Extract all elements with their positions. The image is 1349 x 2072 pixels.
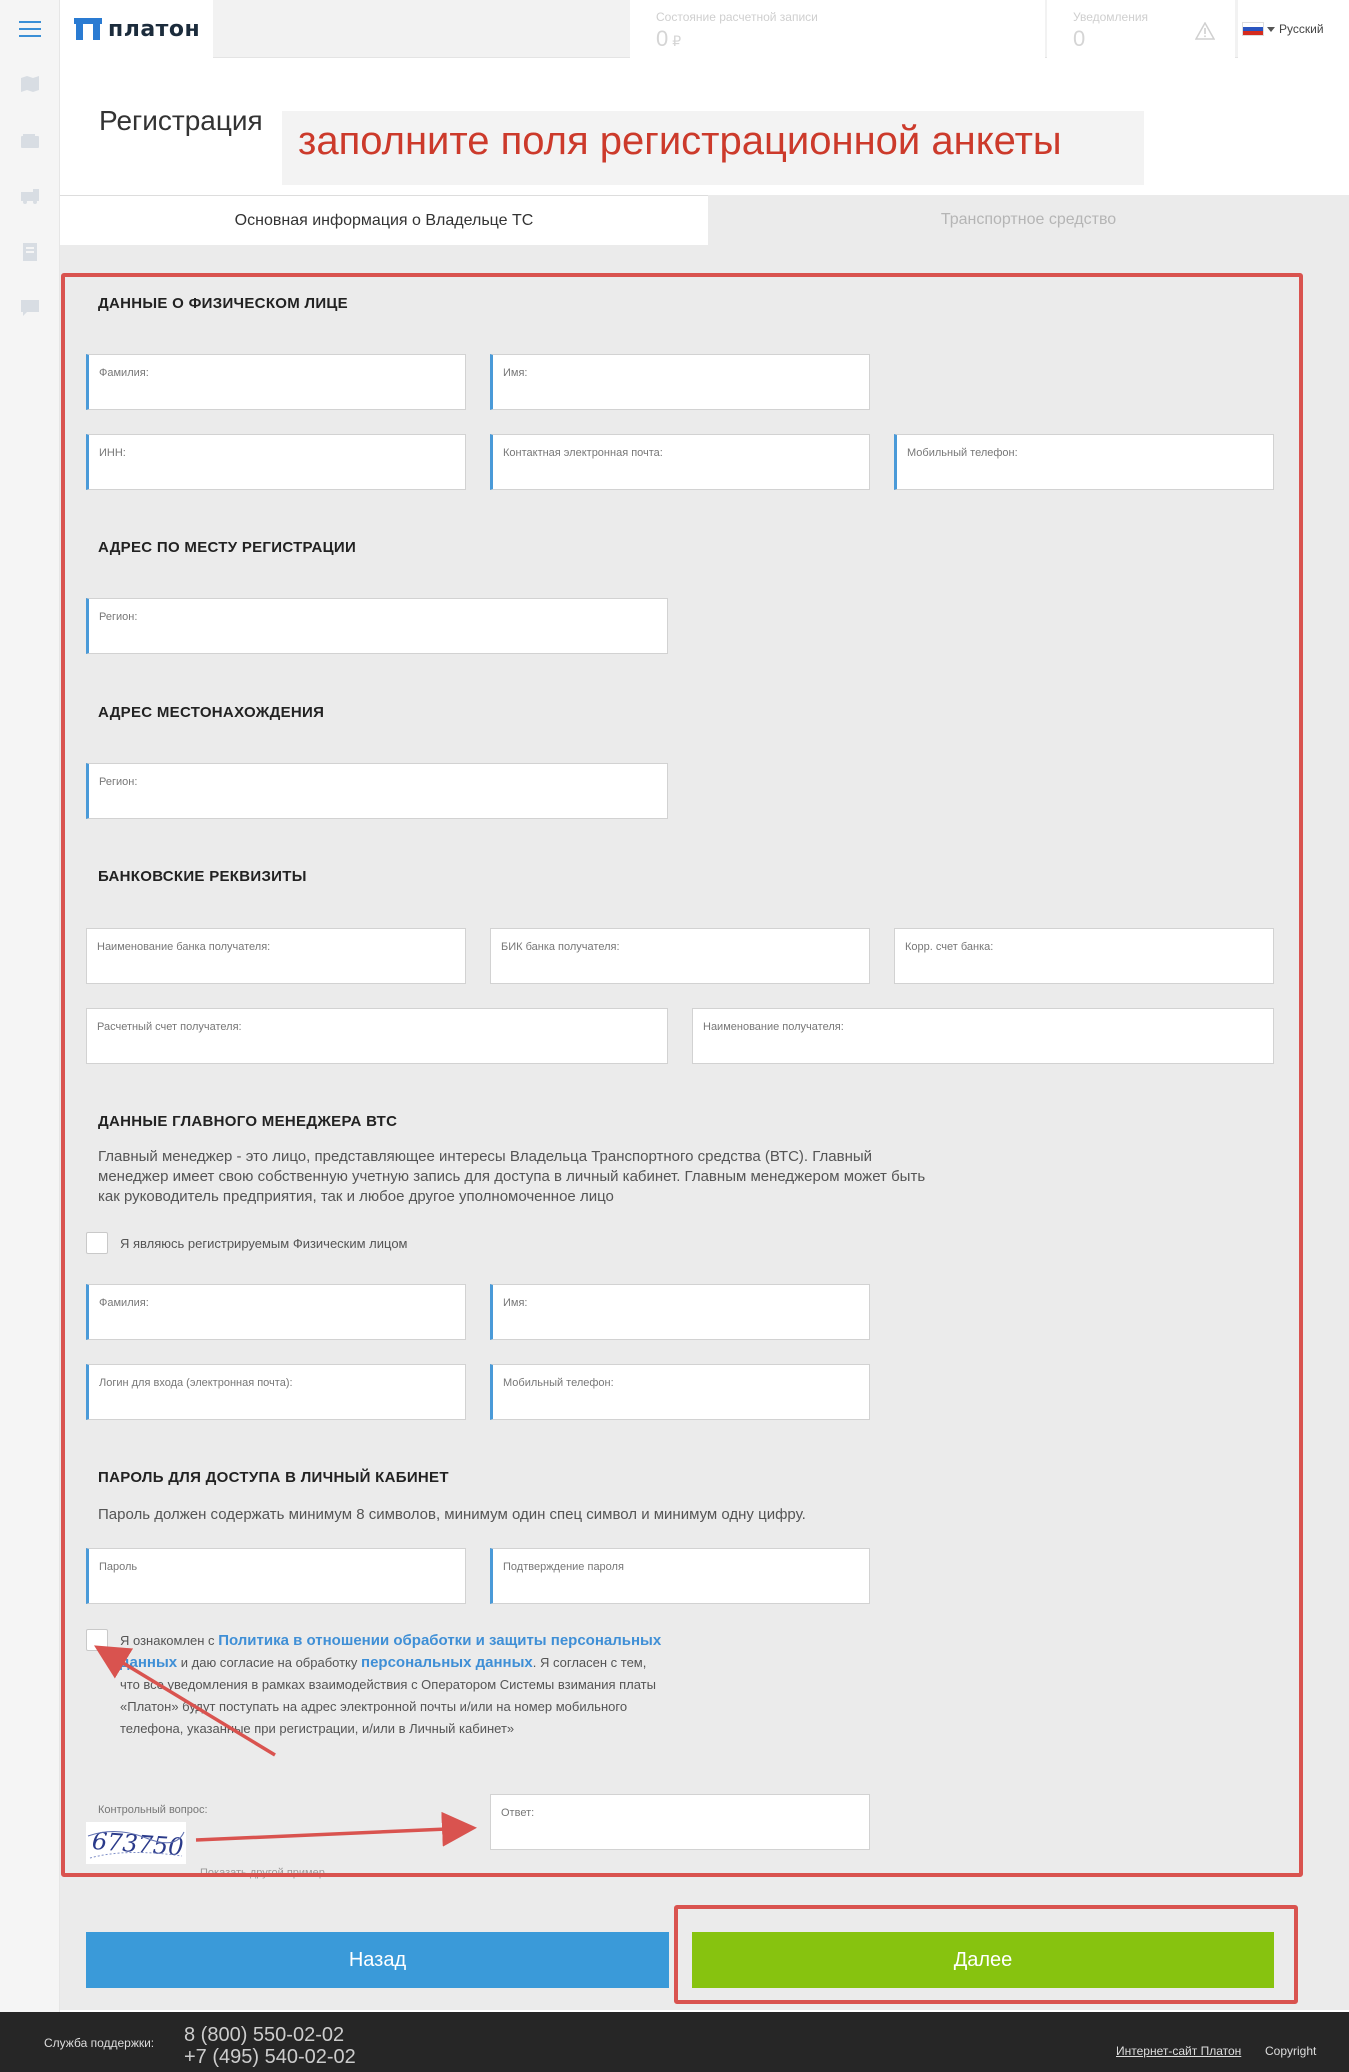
map-icon[interactable] <box>19 74 41 94</box>
footer: Служба поддержки: 8 (800) 550-02-02 +7 (… <box>0 2012 1349 2072</box>
hamburger-icon <box>19 21 41 37</box>
chevron-down-icon <box>1267 26 1275 32</box>
tab-owner-info[interactable]: Основная информация о Владельце ТС <box>60 195 708 245</box>
truck-icon[interactable] <box>19 186 41 206</box>
menu-button[interactable] <box>0 0 60 58</box>
account-value: 0 <box>656 26 669 51</box>
back-button[interactable]: Назад <box>86 1932 669 1988</box>
notifications[interactable]: Уведомления 0 <box>1047 0 1235 58</box>
warning-icon <box>1195 22 1215 40</box>
platon-site-link[interactable]: Интернет-сайт Платон <box>1116 2044 1241 2058</box>
logo-text: платон <box>108 16 201 42</box>
logo-icon <box>74 18 102 40</box>
language-label: Русский <box>1279 22 1324 36</box>
support-phone-2[interactable]: +7 (495) 540-02-02 <box>184 2046 356 2069</box>
support-label: Служба поддержки: <box>44 2036 155 2050</box>
russia-flag-icon <box>1242 22 1264 36</box>
tab-vehicle[interactable]: Транспортное средство <box>708 195 1349 245</box>
account-status[interactable]: Состояние расчетной записи 0 ₽ <box>630 0 1045 58</box>
tab-bar: Основная информация о Владельце ТС Транс… <box>60 195 1349 245</box>
language-selector[interactable]: Русский <box>1238 0 1349 58</box>
instruction-callout: заполните поля регистрационной анкеты <box>282 111 1144 185</box>
document-icon[interactable] <box>19 242 41 262</box>
support-phone-1[interactable]: 8 (800) 550-02-02 <box>184 2024 344 2047</box>
account-label: Состояние расчетной записи <box>656 10 818 24</box>
chat-icon[interactable] <box>19 298 41 318</box>
currency-sign: ₽ <box>672 33 682 49</box>
platon-logo[interactable]: платон <box>60 0 213 58</box>
form-highlight-box <box>61 273 1303 1877</box>
top-header: платон Состояние расчетной записи 0 ₽ Уве… <box>60 0 1349 58</box>
wallet-icon[interactable] <box>19 131 41 151</box>
next-highlight-box <box>674 1905 1298 2004</box>
copyright-text: Copyright <box>1265 2044 1317 2058</box>
side-rail <box>0 0 60 2012</box>
page-title: Регистрация <box>99 105 263 136</box>
